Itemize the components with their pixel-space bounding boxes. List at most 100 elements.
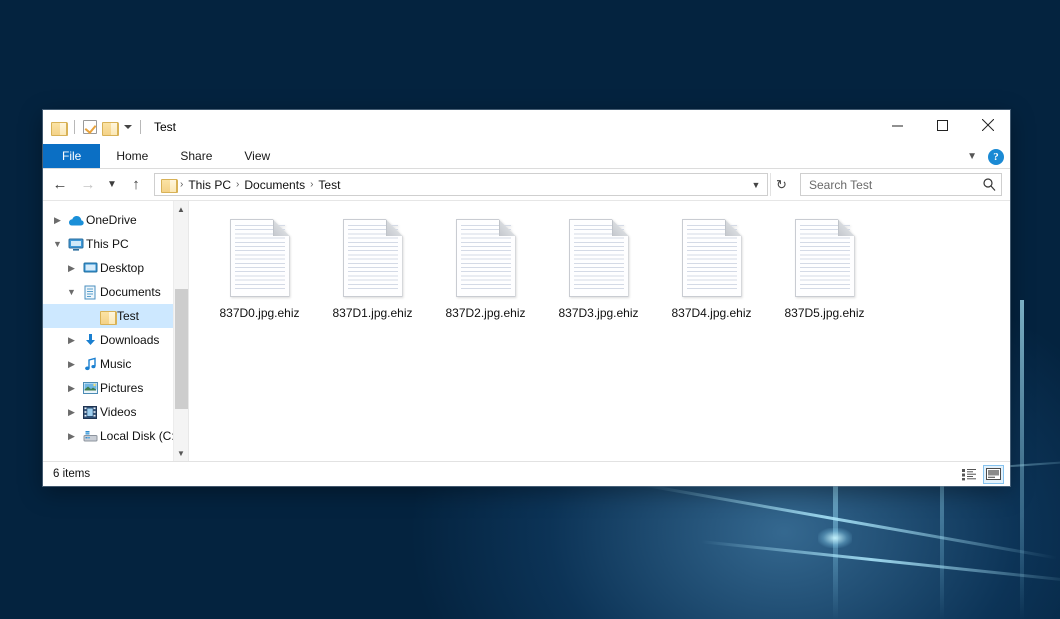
sidebar-item-label: Local Disk (C:) bbox=[100, 429, 179, 443]
maximize-button[interactable] bbox=[920, 110, 965, 140]
scrollbar-track[interactable] bbox=[174, 217, 189, 445]
back-button[interactable]: ← bbox=[47, 173, 73, 197]
chevron-right-icon[interactable]: ▶ bbox=[63, 431, 80, 442]
close-button[interactable] bbox=[965, 110, 1010, 140]
sidebar-item-label: Desktop bbox=[100, 261, 144, 275]
videos-icon bbox=[80, 406, 100, 419]
window-body: ▶ OneDrive ▼ This PC ▶ bbox=[43, 200, 1010, 461]
recent-locations-button[interactable]: ▼ bbox=[103, 173, 121, 197]
sidebar-item-pictures[interactable]: ▶ Pictures bbox=[43, 376, 188, 400]
chevron-down-icon[interactable]: ▼ bbox=[964, 151, 980, 162]
desktop: Test File Home Share View ▼ ? bbox=[0, 0, 1060, 619]
sidebar-item-label: OneDrive bbox=[86, 213, 137, 227]
search-box[interactable] bbox=[800, 173, 1002, 196]
file-item[interactable]: 837D5.jpg.ehiz bbox=[768, 215, 881, 320]
file-name: 837D3.jpg.ehiz bbox=[558, 306, 638, 320]
search-icon bbox=[983, 178, 996, 191]
details-view-button[interactable] bbox=[959, 465, 980, 484]
sidebar-item-onedrive[interactable]: ▶ OneDrive bbox=[43, 208, 188, 232]
minimize-button[interactable] bbox=[875, 110, 920, 140]
sidebar-item-label: Videos bbox=[100, 405, 136, 419]
folder-icon[interactable] bbox=[51, 121, 66, 134]
sidebar-item-desktop[interactable]: ▶ Desktop bbox=[43, 256, 188, 280]
forward-button[interactable]: → bbox=[75, 173, 101, 197]
breadcrumb-documents[interactable]: Documents bbox=[240, 178, 309, 192]
sidebar-item-music[interactable]: ▶ Music bbox=[43, 352, 188, 376]
sidebar-item-label: Music bbox=[100, 357, 131, 371]
item-count-label: 6 items bbox=[53, 468, 90, 480]
download-icon bbox=[80, 333, 100, 347]
file-item[interactable]: 837D4.jpg.ehiz bbox=[655, 215, 768, 320]
previous-locations-icon[interactable]: ▼ bbox=[747, 174, 765, 195]
sidebar-item-label: Downloads bbox=[100, 333, 159, 347]
sidebar-scrollbar[interactable]: ▲ ▼ bbox=[173, 201, 188, 461]
generic-document-icon bbox=[343, 219, 403, 297]
music-icon bbox=[80, 357, 100, 371]
sidebar-item-label: Documents bbox=[100, 285, 161, 299]
sidebar-item-downloads[interactable]: ▶ Downloads bbox=[43, 328, 188, 352]
sidebar-item-test[interactable]: Test bbox=[43, 304, 188, 328]
generic-document-icon bbox=[230, 219, 290, 297]
scroll-down-icon[interactable]: ▼ bbox=[174, 445, 189, 461]
address-folder-icon bbox=[161, 178, 176, 191]
file-list-view[interactable]: 837D0.jpg.ehiz 837D1.jpg.ehiz 837D2.jpg.… bbox=[189, 201, 1010, 461]
toolbar-divider bbox=[140, 120, 141, 134]
file-item[interactable]: 837D2.jpg.ehiz bbox=[429, 215, 542, 320]
help-icon[interactable]: ? bbox=[988, 149, 1004, 165]
view-buttons bbox=[959, 465, 1004, 484]
tab-view[interactable]: View bbox=[228, 144, 286, 168]
toolbar-divider bbox=[74, 120, 75, 134]
chevron-down-icon[interactable]: ▼ bbox=[49, 239, 66, 249]
quick-access-toolbar bbox=[51, 120, 144, 134]
monitor-icon bbox=[66, 238, 86, 251]
scrollbar-thumb[interactable] bbox=[175, 289, 188, 409]
window-controls bbox=[875, 110, 1010, 140]
breadcrumb-list: › This PC › Documents › Test bbox=[179, 178, 747, 192]
file-item[interactable]: 837D1.jpg.ehiz bbox=[316, 215, 429, 320]
chevron-right-icon[interactable]: ▶ bbox=[63, 335, 80, 346]
scroll-up-icon[interactable]: ▲ bbox=[174, 201, 189, 217]
status-bar: 6 items bbox=[43, 461, 1010, 486]
wallpaper-ray bbox=[1020, 300, 1024, 619]
large-icons-view-button[interactable] bbox=[983, 465, 1004, 484]
ribbon-actions: ▼ ? bbox=[964, 144, 1004, 169]
tab-share[interactable]: Share bbox=[164, 144, 228, 168]
generic-document-icon bbox=[795, 219, 855, 297]
breadcrumb[interactable]: › This PC › Documents › Test ▼ bbox=[154, 173, 768, 196]
sidebar-item-local-disk-c[interactable]: ▶ Local Disk (C:) bbox=[43, 424, 188, 448]
chevron-right-icon[interactable]: ▶ bbox=[49, 215, 66, 226]
disk-icon bbox=[80, 430, 100, 442]
ribbon-tabs: File Home Share View ▼ ? bbox=[43, 144, 1010, 169]
sidebar-item-this-pc[interactable]: ▼ This PC bbox=[43, 232, 188, 256]
file-item[interactable]: 837D3.jpg.ehiz bbox=[542, 215, 655, 320]
documents-icon bbox=[80, 285, 100, 300]
generic-document-icon bbox=[456, 219, 516, 297]
file-name: 837D4.jpg.ehiz bbox=[671, 306, 751, 320]
tab-file[interactable]: File bbox=[43, 144, 100, 168]
sidebar-item-documents[interactable]: ▼ Documents bbox=[43, 280, 188, 304]
breadcrumb-this-pc[interactable]: This PC bbox=[184, 178, 235, 192]
chevron-right-icon[interactable]: ▶ bbox=[63, 263, 80, 274]
chevron-down-icon[interactable]: ▼ bbox=[63, 287, 80, 297]
generic-document-icon bbox=[569, 219, 629, 297]
tab-home[interactable]: Home bbox=[100, 144, 164, 168]
breadcrumb-test[interactable]: Test bbox=[314, 178, 344, 192]
file-name: 837D0.jpg.ehiz bbox=[219, 306, 299, 320]
file-grid: 837D0.jpg.ehiz 837D1.jpg.ehiz 837D2.jpg.… bbox=[203, 215, 1010, 320]
properties-icon[interactable] bbox=[83, 120, 97, 134]
chevron-right-icon[interactable]: ▶ bbox=[63, 359, 80, 370]
search-input[interactable] bbox=[809, 178, 983, 192]
folder-tree: ▶ OneDrive ▼ This PC ▶ bbox=[43, 201, 188, 461]
sidebar-item-label: Pictures bbox=[100, 381, 143, 395]
refresh-icon[interactable]: ↻ bbox=[770, 173, 792, 196]
customize-chevron-icon[interactable] bbox=[124, 125, 132, 129]
file-item[interactable]: 837D0.jpg.ehiz bbox=[203, 215, 316, 320]
chevron-right-icon[interactable]: ▶ bbox=[63, 383, 80, 394]
cloud-icon bbox=[66, 215, 86, 226]
new-folder-icon[interactable] bbox=[102, 121, 117, 134]
sidebar-item-videos[interactable]: ▶ Videos bbox=[43, 400, 188, 424]
up-button[interactable]: ↑ bbox=[123, 173, 149, 197]
chevron-right-icon[interactable]: ▶ bbox=[63, 407, 80, 418]
file-name: 837D5.jpg.ehiz bbox=[784, 306, 864, 320]
wallpaper-light-node bbox=[818, 528, 852, 548]
